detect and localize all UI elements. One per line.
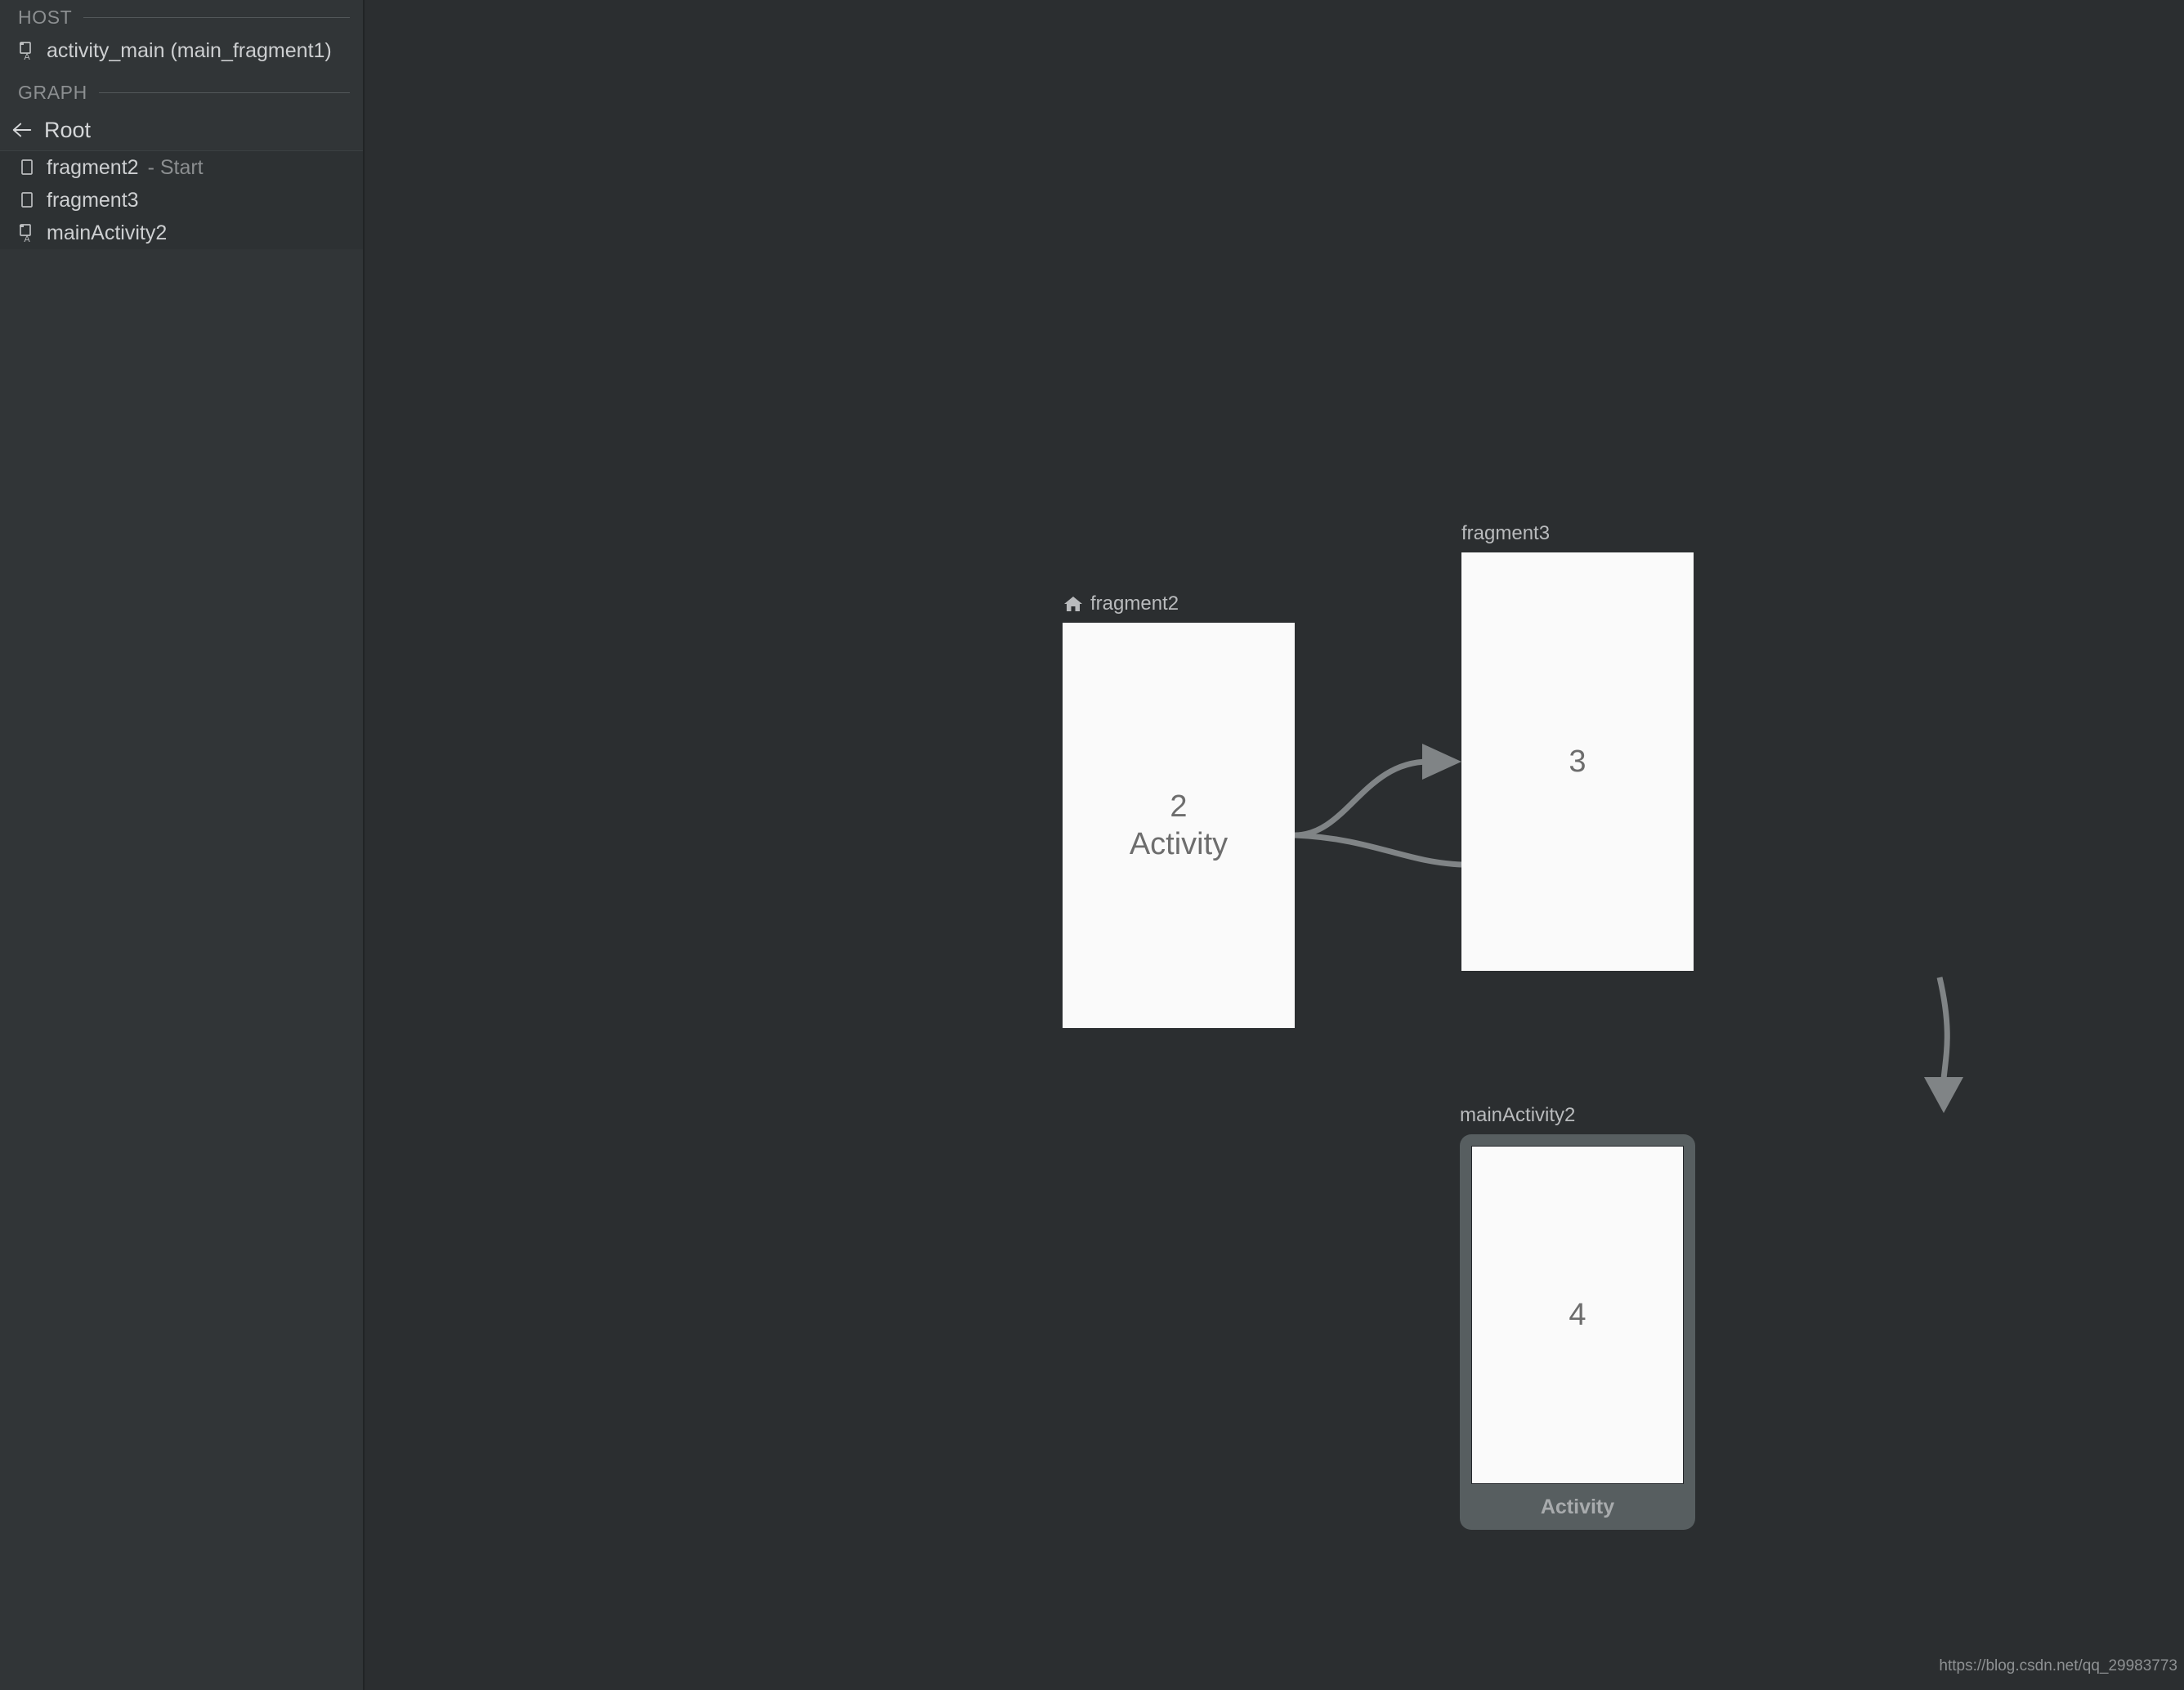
sidebar-item-fragment2[interactable]: fragment2 - Start — [0, 151, 363, 184]
destination-label-row: mainActivity2 — [1460, 1102, 1695, 1129]
graph-destinations-list: fragment2 - Start fragment3 A mainActivi… — [0, 150, 363, 249]
host-section-divider — [83, 16, 350, 18]
card-id-text: 4 — [1569, 1297, 1587, 1332]
card-id-text: 3 — [1569, 744, 1587, 779]
card-id-text: 2 — [1170, 789, 1188, 824]
destination-label: fragment3 — [1461, 522, 1551, 544]
action-line-fragment2-fragment3-secondary — [1294, 832, 1462, 868]
destination-mainactivity2[interactable]: mainActivity2 4 Activity — [1460, 1102, 1695, 1530]
sidebar-item-label: fragment3 — [47, 188, 139, 212]
sidebar-item-label: fragment2 — [47, 155, 139, 179]
watermark-text: https://blog.csdn.net/qq_29983773 — [1939, 1657, 2177, 1674]
activity-layout-icon: A — [16, 222, 38, 244]
sidebar-item-label: activity_main (main_fragment1) — [47, 38, 332, 62]
arrowhead-icon — [1924, 1077, 1963, 1113]
navigation-graph-canvas[interactable]: fragment2 2 Activity fragment3 3 mainAct… — [366, 0, 2184, 1690]
sidebar-item-fragment3[interactable]: fragment3 — [0, 184, 363, 217]
destination-fragment2[interactable]: fragment2 2 Activity — [1063, 590, 1295, 1028]
destination-card-mainactivity2[interactable]: 4 Activity — [1460, 1134, 1695, 1530]
destination-card-fragment2[interactable]: 2 Activity — [1063, 623, 1295, 1028]
sidebar-back-label: Root — [44, 117, 92, 142]
host-section-title: HOST — [18, 6, 73, 28]
activity-layout-icon: A — [16, 40, 38, 61]
destination-label: mainActivity2 — [1460, 1104, 1576, 1126]
destination-label-row: fragment3 — [1461, 520, 1694, 548]
fragment-icon — [16, 190, 38, 211]
destination-label: fragment2 — [1090, 592, 1179, 615]
arrowhead-icon — [1422, 744, 1461, 780]
sidebar-item-label: mainActivity2 — [47, 221, 168, 244]
svg-text:A: A — [24, 52, 30, 60]
graph-section-divider — [98, 92, 350, 93]
host-section-header: HOST — [0, 0, 363, 34]
activity-screen: 4 — [1471, 1146, 1684, 1484]
card-type-text: Activity — [1129, 827, 1228, 861]
action-arrow-fragment2-fragment3 — [1294, 758, 1430, 838]
destinations-sidebar: HOST A activity_main (main_fragment1) GR… — [0, 0, 365, 1690]
action-arrow-fragment3-mainactivity2 — [1936, 977, 1950, 1080]
sidebar-item-activity-main[interactable]: A activity_main (main_fragment1) — [0, 34, 363, 67]
graph-section-title: GRAPH — [18, 81, 87, 103]
destination-label-row: fragment2 — [1063, 590, 1295, 618]
fragment-icon — [16, 157, 38, 178]
destination-fragment3[interactable]: fragment3 3 — [1461, 520, 1694, 971]
sidebar-item-start-badge: - Start — [147, 155, 204, 179]
sidebar-item-mainactivity2[interactable]: A mainActivity2 — [0, 217, 363, 249]
svg-text:A: A — [24, 235, 30, 243]
navigation-editor-window: HOST A activity_main (main_fragment1) GR… — [0, 0, 2184, 1690]
activity-caption: Activity — [1540, 1496, 1615, 1518]
destination-card-fragment3[interactable]: 3 — [1461, 552, 1694, 971]
graph-section-header: GRAPH — [0, 75, 363, 110]
sidebar-back-to-root[interactable]: Root — [0, 110, 363, 150]
home-icon — [1063, 593, 1084, 615]
back-arrow-icon — [11, 119, 33, 141]
